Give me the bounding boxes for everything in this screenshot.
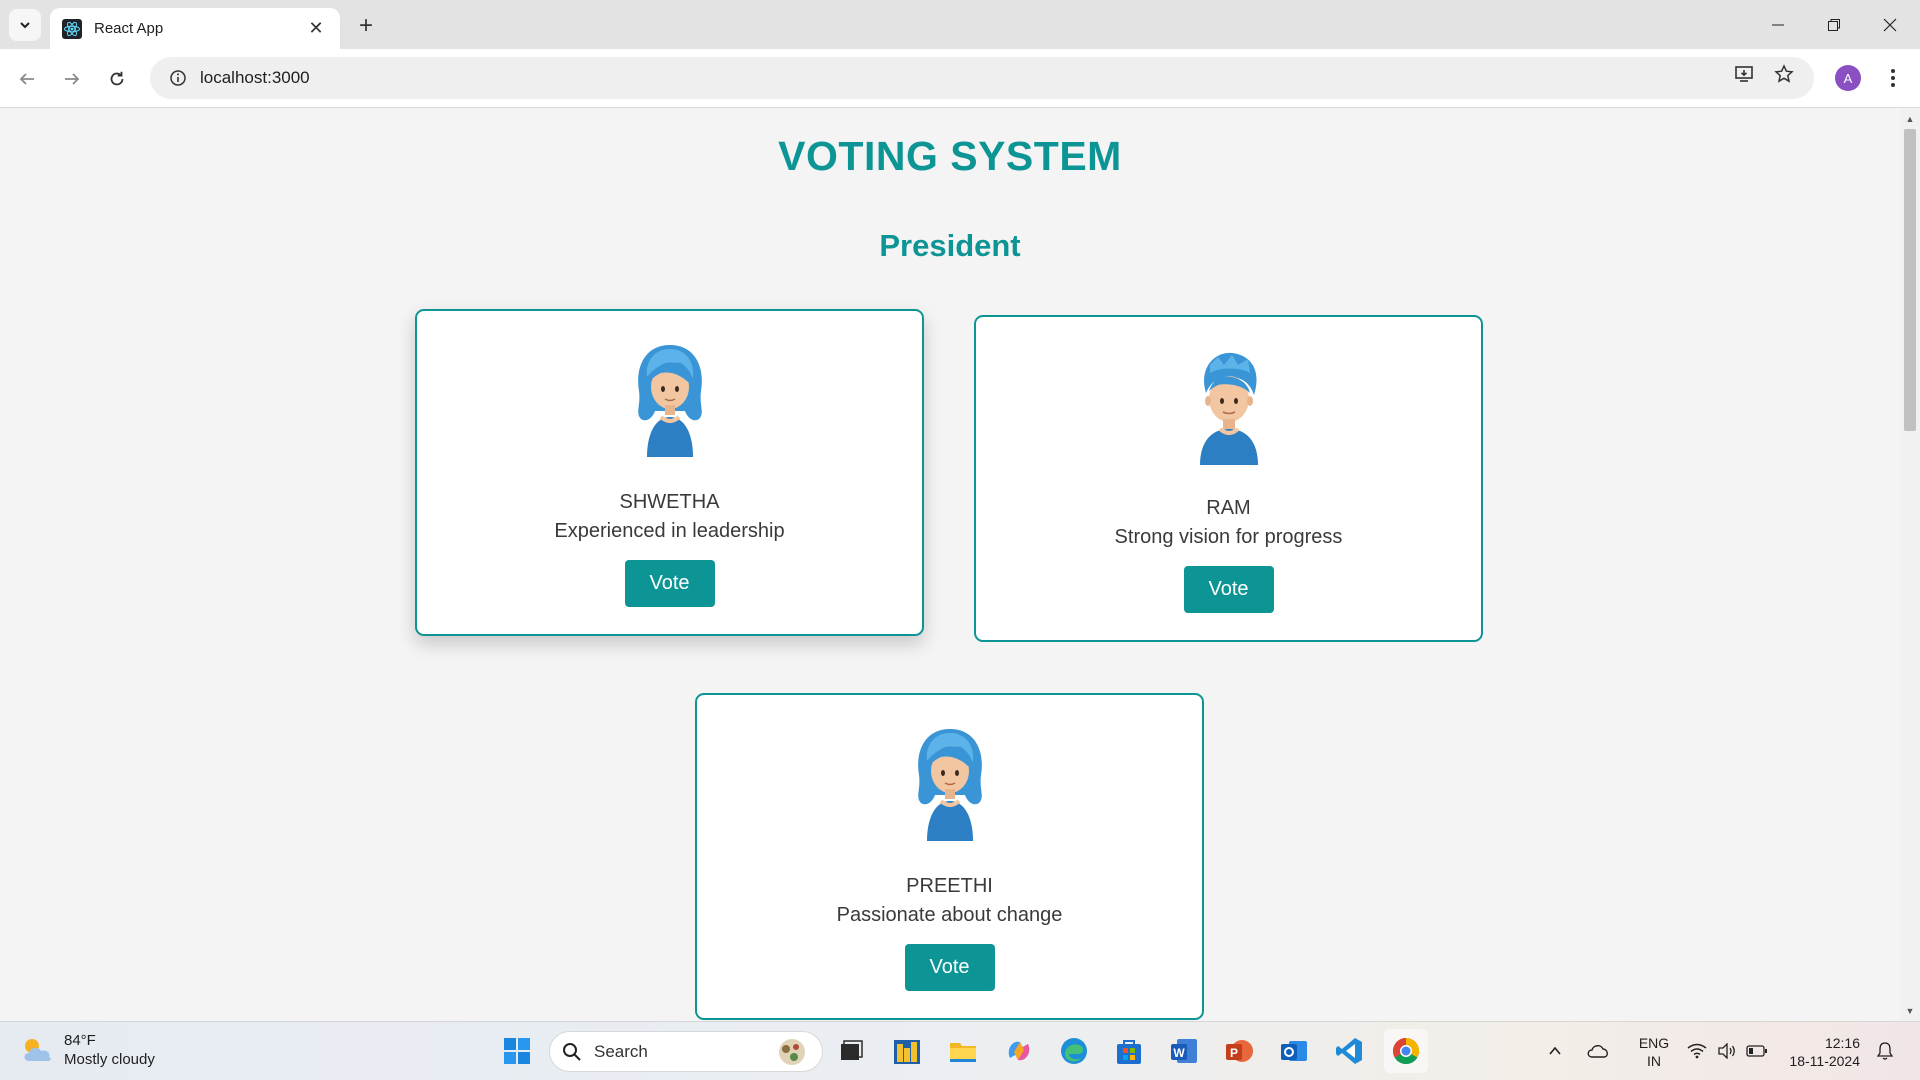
- candidate-description: Strong vision for progress: [1114, 526, 1343, 548]
- chrome-app-icon[interactable]: [1384, 1029, 1428, 1073]
- woman-blue-hair-emoji-icon: [917, 729, 982, 841]
- browser-tab[interactable]: React App ✕: [50, 8, 340, 49]
- reload-button[interactable]: [100, 62, 134, 96]
- vote-button[interactable]: Vote: [904, 944, 995, 991]
- url-text: localhost:3000: [200, 68, 310, 87]
- address-bar[interactable]: localhost:3000: [150, 57, 1814, 99]
- tab-strip: React App ✕ +: [0, 0, 1920, 49]
- close-icon: [1883, 18, 1897, 31]
- search-highlight-icon: [779, 1038, 805, 1065]
- profile-avatar[interactable]: A: [1835, 65, 1861, 91]
- word-app-icon[interactable]: W: [1165, 1032, 1203, 1070]
- candidate-card: SHWETHA Experienced in leadership Vote: [415, 309, 924, 636]
- woman-blue-hair-emoji-icon: [637, 345, 702, 457]
- install-app-icon[interactable]: [1727, 57, 1761, 91]
- wifi-icon[interactable]: [1684, 1032, 1710, 1070]
- back-button[interactable]: [10, 62, 44, 96]
- reload-icon: [110, 71, 124, 86]
- language-indicator[interactable]: ENG IN: [1634, 1034, 1674, 1070]
- windows-taskbar: 84°F Mostly cloudy Search W P ENG IN 12:…: [0, 1021, 1920, 1080]
- clock-date: 18-11-2024: [1789, 1053, 1860, 1069]
- bookmark-star-icon[interactable]: [1767, 57, 1801, 91]
- arrow-left-icon: [19, 73, 34, 85]
- search-label: Search: [594, 1041, 648, 1061]
- task-view-icon[interactable]: [832, 1032, 870, 1070]
- windows-start-icon[interactable]: [498, 1032, 536, 1070]
- chevron-down-icon: [20, 22, 30, 29]
- react-logo-icon: [62, 18, 82, 39]
- outlook-app-icon[interactable]: [1275, 1032, 1313, 1070]
- restore-button[interactable]: [1806, 0, 1862, 49]
- svg-text:P: P: [1230, 1046, 1238, 1060]
- page-scrollbar[interactable]: ▲ ▼: [1900, 109, 1920, 1021]
- page-viewport: VOTING SYSTEM President SHWETHA Experien…: [0, 109, 1900, 1021]
- volume-icon[interactable]: [1714, 1032, 1740, 1070]
- region-code: IN: [1647, 1053, 1661, 1069]
- page-title: VOTING SYSTEM: [778, 133, 1122, 179]
- taskbar-search-box[interactable]: Search: [549, 1031, 823, 1072]
- file-manager-app-icon[interactable]: [888, 1032, 926, 1070]
- scroll-up-icon[interactable]: ▲: [1904, 113, 1916, 125]
- microsoft-store-icon[interactable]: [1110, 1032, 1148, 1070]
- chevron-up-icon[interactable]: [1542, 1032, 1568, 1070]
- vscode-app-icon[interactable]: [1330, 1032, 1368, 1070]
- weather-description: Mostly cloudy: [64, 1051, 155, 1068]
- copilot-icon[interactable]: [1000, 1032, 1038, 1070]
- candidate-name: SHWETHA: [619, 491, 720, 513]
- arrow-right-icon: [65, 73, 80, 85]
- candidate-name: PREETHI: [906, 875, 993, 897]
- onedrive-cloud-icon[interactable]: [1583, 1032, 1613, 1070]
- man-blue-hair-emoji-icon: [1199, 352, 1258, 465]
- site-info-icon[interactable]: [156, 69, 200, 87]
- tab-close-icon[interactable]: ✕: [304, 17, 328, 41]
- vote-button[interactable]: Vote: [1183, 566, 1274, 613]
- search-icon: [563, 1042, 581, 1061]
- minimize-icon: [1772, 24, 1784, 25]
- candidate-card: PREETHI Passionate about change Vote: [695, 693, 1204, 1020]
- minimize-button[interactable]: [1750, 0, 1806, 49]
- clock-time: 12:16: [1824, 1035, 1860, 1051]
- candidate-description: Experienced in leadership: [554, 520, 785, 542]
- candidate-description: Passionate about change: [836, 904, 1063, 926]
- section-title: President: [879, 228, 1021, 263]
- tab-search-button[interactable]: [9, 9, 41, 41]
- restore-icon: [1828, 18, 1840, 31]
- file-explorer-icon[interactable]: [944, 1032, 982, 1070]
- candidate-name: RAM: [1206, 497, 1251, 519]
- new-tab-button[interactable]: +: [352, 12, 380, 40]
- forward-button[interactable]: [55, 62, 89, 96]
- language-code: ENG: [1638, 1035, 1670, 1051]
- candidate-card: RAM Strong vision for progress Vote: [974, 315, 1483, 642]
- weather-widget[interactable]: 84°F Mostly cloudy: [20, 1031, 155, 1069]
- system-clock[interactable]: 12:16 18-11-2024: [1780, 1034, 1860, 1070]
- powerpoint-app-icon[interactable]: P: [1220, 1032, 1258, 1070]
- battery-icon[interactable]: [1744, 1032, 1770, 1070]
- vote-button[interactable]: Vote: [624, 560, 715, 607]
- cloudy-weather-icon: [24, 1039, 51, 1061]
- kebab-menu-icon[interactable]: [1878, 61, 1908, 95]
- edge-browser-icon[interactable]: [1055, 1032, 1093, 1070]
- svg-text:W: W: [1173, 1046, 1185, 1060]
- browser-toolbar: localhost:3000 A: [0, 49, 1920, 108]
- tab-title: React App: [94, 20, 164, 37]
- close-window-button[interactable]: [1862, 0, 1918, 49]
- scroll-thumb[interactable]: [1904, 129, 1916, 431]
- scroll-down-icon[interactable]: ▼: [1904, 1005, 1916, 1017]
- notification-bell-icon[interactable]: [1872, 1032, 1898, 1070]
- weather-temperature: 84°F: [64, 1032, 96, 1049]
